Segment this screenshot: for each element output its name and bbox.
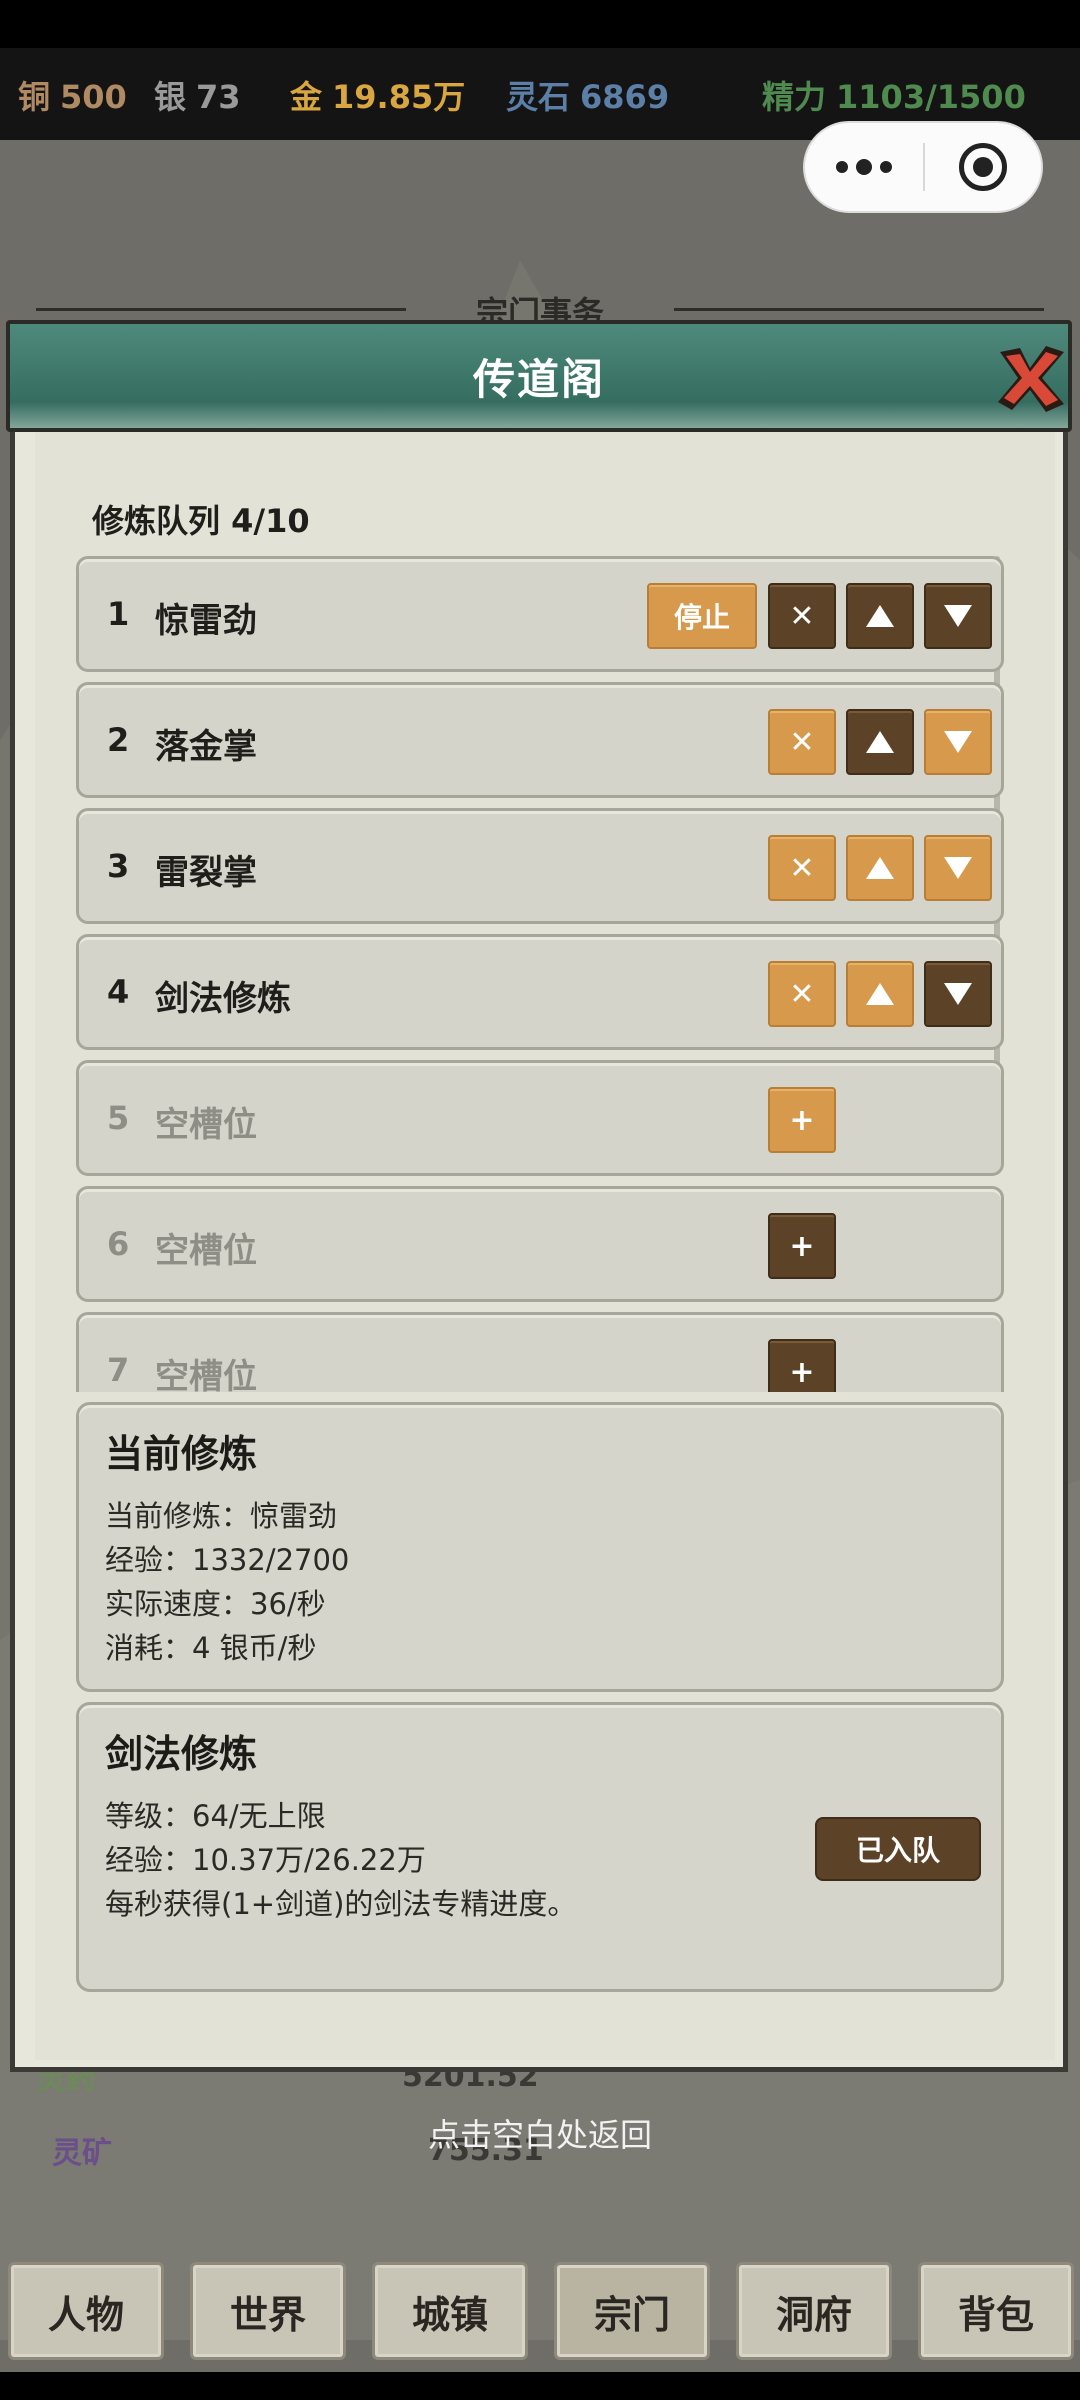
resource-spirit-stone: 灵石 6869 [506, 72, 669, 118]
plus-icon: + [789, 1102, 815, 1138]
nav-world[interactable]: 世界 [190, 2262, 346, 2360]
queue-row: 3 雷裂掌 ✕ [76, 808, 1004, 924]
queue-index: 4 [107, 973, 130, 1011]
description-line: 每秒获得(1+剑道)的剑法专精进度。 [105, 1887, 577, 1921]
experience-line: 经验：10.37万/26.22万 [105, 1843, 426, 1877]
resource-value: 500 [60, 78, 127, 116]
close-icon: ✕ [789, 598, 815, 634]
empty-slot-label: 空槽位 [155, 1105, 257, 1145]
remove-button[interactable]: ✕ [768, 583, 836, 649]
queue-index: 7 [107, 1351, 130, 1389]
resource-value: 1103/1500 [836, 78, 1026, 116]
current-training-card: 当前修炼 当前修炼：惊雷劲 经验：1332/2700 实际速度：36/秒 消耗：… [76, 1402, 1004, 1692]
nav-cave[interactable]: 洞府 [736, 2262, 892, 2360]
queue-index: 2 [107, 721, 130, 759]
experience-line: 经验：1332/2700 [105, 1543, 350, 1577]
skill-detail-card: 剑法修炼 等级：64/无上限 经验：10.37万/26.22万 每秒获得(1+剑… [76, 1702, 1004, 1992]
speed-line: 实际速度：36/秒 [105, 1587, 326, 1621]
arrow-down-icon [944, 731, 972, 753]
resource-label: 铜 [18, 78, 51, 116]
add-skill-button[interactable]: + [768, 1087, 836, 1153]
queue-row: 1 惊雷劲 停止 ✕ [76, 556, 1004, 672]
move-up-button[interactable] [846, 835, 914, 901]
nav-town[interactable]: 城镇 [372, 2262, 528, 2360]
queue-title: 修炼队列 4/10 [92, 502, 310, 540]
queue-index: 6 [107, 1225, 130, 1263]
queue-row: 4 剑法修炼 ✕ [76, 934, 1004, 1050]
more-menu-button[interactable] [805, 123, 923, 211]
empty-slot-label: 空槽位 [155, 1231, 257, 1271]
home-indicator-bar [0, 2372, 1080, 2400]
card-title: 当前修炼 [105, 1432, 258, 1476]
level-line: 等级：64/无上限 [105, 1799, 326, 1833]
queue-row: 2 落金掌 ✕ [76, 682, 1004, 798]
bottom-navigation: 人物 世界 城镇 宗门 洞府 背包 [0, 2262, 1080, 2372]
queue-index: 3 [107, 847, 130, 885]
record-icon [959, 143, 1007, 191]
close-icon[interactable] [990, 338, 1070, 418]
resource-energy: 精力 1103/1500 [762, 72, 1026, 118]
current-skill-line: 当前修炼：惊雷劲 [105, 1499, 338, 1533]
queued-button[interactable]: 已入队 [815, 1817, 981, 1881]
plus-icon: + [789, 1228, 815, 1264]
queue-row-empty: 6 空槽位 + [76, 1186, 1004, 1302]
resource-silver: 银 73 [154, 72, 241, 118]
dialog-title: 传道阁 [472, 355, 605, 404]
card-title: 剑法修炼 [105, 1732, 258, 1776]
queue-index: 1 [107, 595, 130, 633]
resource-label: 银 [154, 78, 187, 116]
remove-button[interactable]: ✕ [768, 709, 836, 775]
arrow-down-icon [944, 857, 972, 879]
resource-value: 19.85万 [332, 78, 466, 116]
plus-icon: + [789, 1354, 815, 1390]
training-queue-list[interactable]: 1 惊雷劲 停止 ✕ 2 落金掌 ✕ 3 雷裂掌 ✕ 4 剑法修炼 ✕ 5 空槽… [76, 556, 1008, 1392]
resource-copper: 铜 500 [18, 72, 127, 118]
move-up-button[interactable] [846, 961, 914, 1027]
remove-button[interactable]: ✕ [768, 961, 836, 1027]
close-miniprogram-button[interactable] [925, 143, 1041, 191]
queue-skill-name: 惊雷劲 [155, 601, 257, 641]
nav-sect[interactable]: 宗门 [554, 2262, 710, 2360]
arrow-up-icon [866, 857, 894, 879]
queue-skill-name: 落金掌 [155, 727, 257, 767]
tap-to-return-hint: 点击空白处返回 [427, 2116, 652, 2154]
add-skill-button[interactable]: + [768, 1213, 836, 1279]
move-down-button[interactable] [924, 583, 992, 649]
close-icon: ✕ [789, 724, 815, 760]
resource-value: 73 [196, 78, 241, 116]
status-bar [0, 0, 1080, 48]
move-down-button[interactable] [924, 835, 992, 901]
close-icon: ✕ [789, 976, 815, 1012]
arrow-down-icon [944, 983, 972, 1005]
arrow-up-icon [866, 983, 894, 1005]
resource-value: 6869 [580, 78, 670, 116]
empty-slot-label: 空槽位 [155, 1357, 257, 1392]
close-icon: ✕ [789, 850, 815, 886]
resource-gold: 金 19.85万 [290, 72, 465, 118]
resource-label: 金 [290, 78, 323, 116]
nav-character[interactable]: 人物 [8, 2262, 164, 2360]
remove-button[interactable]: ✕ [768, 835, 836, 901]
queue-skill-name: 剑法修炼 [155, 979, 291, 1019]
dialog-title-bar: 传道阁 [6, 320, 1072, 432]
resource-label: 精力 [762, 78, 827, 116]
cost-line: 消耗：4 银币/秒 [105, 1631, 317, 1665]
queue-index: 5 [107, 1099, 130, 1137]
move-up-button[interactable] [846, 583, 914, 649]
arrow-up-icon [866, 605, 894, 627]
queue-skill-name: 雷裂掌 [155, 853, 257, 893]
nav-bag[interactable]: 背包 [918, 2262, 1074, 2360]
stop-button[interactable]: 停止 [647, 583, 757, 649]
resource-label: 灵石 [506, 78, 571, 116]
arrow-down-icon [944, 605, 972, 627]
move-down-button[interactable] [924, 961, 992, 1027]
queue-row-empty: 7 空槽位 + [76, 1312, 1004, 1392]
arrow-up-icon [866, 731, 894, 753]
move-up-button[interactable] [846, 709, 914, 775]
miniprogram-capsule [803, 121, 1043, 213]
move-down-button[interactable] [924, 709, 992, 775]
queue-row-empty: 5 空槽位 + [76, 1060, 1004, 1176]
add-skill-button[interactable]: + [768, 1339, 836, 1392]
